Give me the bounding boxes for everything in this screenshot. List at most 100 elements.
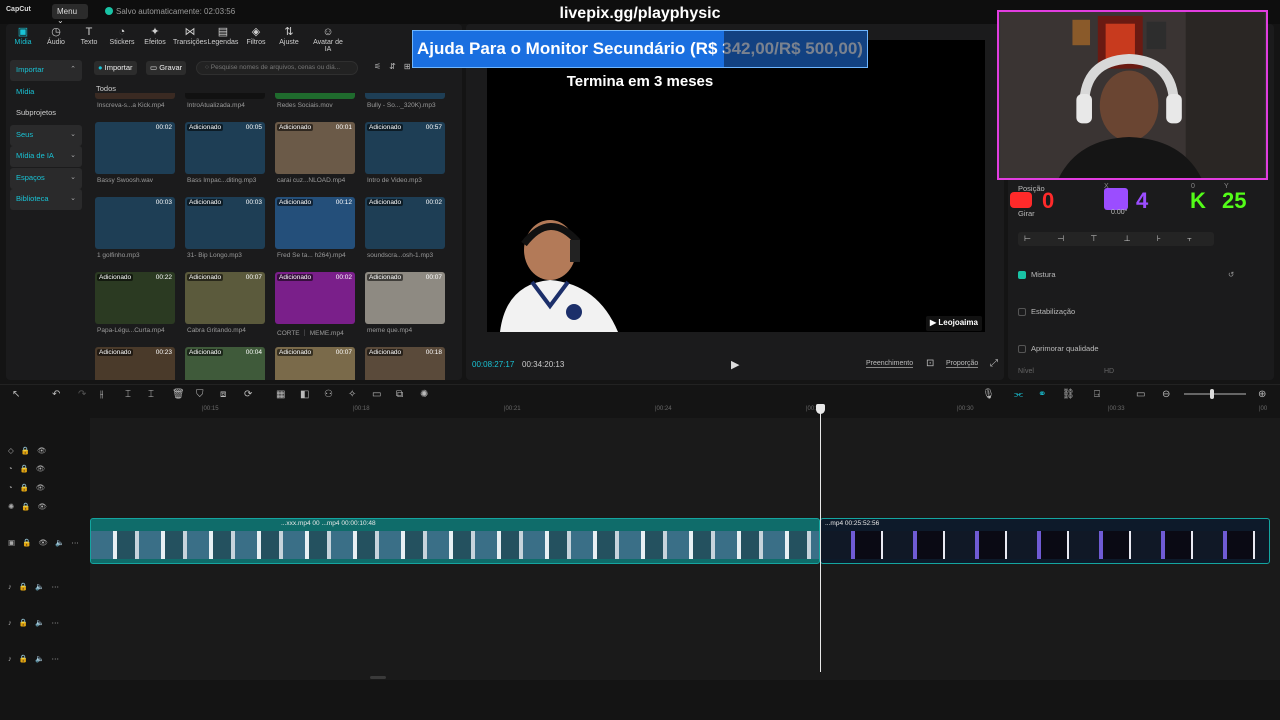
lock-icon[interactable]: 🔒 — [19, 582, 35, 591]
import-button[interactable]: ● Importar — [94, 61, 137, 75]
media-grid: Inscreva-s...a Kick.mp4 IntroAtualizada.m… — [95, 93, 455, 380]
zoom-out-icon[interactable]: ⊖ — [1162, 389, 1170, 400]
align-toolbar[interactable]: ⊢ ⊣ ⊤ ⊥ ⊦ ⫟ — [1018, 232, 1214, 246]
tab-text[interactable]: T Texto — [72, 26, 106, 46]
lock-icon[interactable]: 🔒 — [20, 483, 36, 492]
tab-filters[interactable]: ◈ Filtros — [239, 26, 273, 46]
tab-transitions[interactable]: ⋈ Transições — [173, 26, 207, 46]
mirror-icon[interactable]: ◧ — [300, 389, 309, 400]
audio-track-icon: ♪ — [8, 654, 19, 663]
delete-icon[interactable]: 🗑 — [172, 389, 185, 400]
speaker-icon[interactable]: 🔈 — [55, 538, 71, 547]
tab-sticker[interactable]: ◔ Stickers — [105, 26, 139, 46]
magnet-icon[interactable]: ⫘ — [1014, 389, 1023, 400]
play-button[interactable]: ▶ — [731, 358, 739, 371]
rotate-value[interactable]: 0.00° — [1111, 209, 1127, 216]
undo-icon[interactable]: ↶ — [52, 389, 60, 400]
goal-remaining-bar — [724, 31, 867, 67]
timeline-scrollbar[interactable] — [370, 676, 386, 679]
video-clip[interactable]: ...xxx.mp4 00 ...mp4 00:00:10:48 — [90, 518, 820, 564]
preview-axis-icon[interactable]: ⍈ — [1094, 389, 1100, 400]
sidebar-item-4[interactable]: Mídia de IA ⌄ — [10, 146, 82, 167]
lock-icon[interactable]: 🔒 — [20, 464, 36, 473]
lock-icon[interactable]: 🔒 — [21, 502, 37, 511]
tab-audio[interactable]: ◷ Áudio — [39, 26, 73, 46]
align-icons[interactable]: ⊢ ⊣ ⊤ ⊥ ⊦ ⫟ — [1024, 234, 1204, 243]
level-select[interactable]: HD — [1104, 368, 1114, 375]
eye-icon[interactable]: 👁 — [36, 483, 53, 492]
speaker-icon[interactable]: 🔈 — [35, 582, 51, 591]
sidebar-item-1[interactable]: Mídia — [10, 82, 82, 103]
time-ruler[interactable]: |00:15 |00:18 |00:21 |00:24 |00:27 |00:30 |00:… — [90, 404, 1280, 418]
crop-icon[interactable]: ⧈ — [220, 389, 226, 400]
zoom-slider-handle[interactable] — [1210, 389, 1214, 399]
added-badge: Adicionado — [97, 274, 134, 281]
redo-icon[interactable]: ↷ — [78, 389, 86, 400]
shield-icon[interactable]: ⛉ — [196, 389, 204, 400]
snapshot-icon[interactable]: ⊡ — [926, 358, 934, 369]
video-clip[interactable]: ...mp4 00:25:52:56 — [820, 518, 1270, 564]
record-icon: ▭ — [150, 63, 158, 72]
fill-button[interactable]: Preenchimento — [866, 360, 914, 368]
select-tool-icon[interactable]: ↖ — [12, 389, 20, 400]
x-value[interactable]: 0 — [1191, 183, 1195, 190]
record-button[interactable]: ▭ Gravar — [146, 61, 187, 75]
eye-icon[interactable]: 👁 — [38, 538, 55, 547]
freeze-icon[interactable]: ▦ — [276, 389, 285, 400]
eye-icon[interactable]: 👁 — [36, 464, 53, 473]
media-thumbnail: Adicionado 00:07 — [365, 272, 445, 324]
aspect-ratio-button[interactable]: Proporção — [946, 360, 979, 368]
caption-icon[interactable]: ▭ — [372, 389, 381, 400]
reset-icon[interactable]: ↺ — [1228, 270, 1234, 279]
zoom-slider[interactable] — [1184, 393, 1246, 395]
duration-label: 00:03 — [245, 199, 262, 206]
lock-icon[interactable]: 🔒 — [21, 446, 37, 455]
added-badge: Adicionado — [367, 274, 404, 281]
playhead-handle[interactable] — [816, 404, 825, 414]
tab-media[interactable]: ▣ Mídia — [6, 26, 40, 46]
fit-icon[interactable]: ▭ — [1136, 389, 1145, 400]
tab-effects[interactable]: ✦ Efeitos — [138, 26, 172, 46]
search-input[interactable]: ○ Pesquise nomes de arquivos, cenas ou d… — [196, 61, 358, 75]
chain-icon[interactable]: ⛓ — [1062, 389, 1075, 400]
speaker-icon[interactable]: 🔈 — [35, 654, 51, 663]
transform-icon[interactable]: ⧉ — [396, 389, 403, 400]
more-icon[interactable]: ⋯ — [51, 582, 66, 591]
eye-icon[interactable]: 👁 — [38, 502, 55, 511]
filter-icon[interactable]: ⚟ — [374, 62, 389, 71]
keyframe-icon[interactable]: ⚇ — [324, 389, 333, 400]
lock-icon[interactable]: 🔒 — [19, 654, 35, 663]
eye-icon[interactable]: 👁 — [37, 446, 54, 455]
split-left-icon[interactable]: ⌶ — [125, 389, 131, 400]
split-icon[interactable]: ⫲ — [100, 389, 103, 400]
tab-captions[interactable]: ▤ Legendas — [206, 26, 240, 46]
lock-icon[interactable]: 🔒 — [22, 538, 38, 547]
microphone-icon[interactable]: 🎙 — [982, 389, 995, 400]
stabilize-checkbox[interactable] — [1018, 308, 1026, 316]
zoom-in-icon[interactable]: ⊕ — [1258, 389, 1266, 400]
sidebar-item-5[interactable]: Espaços ⌄ — [10, 167, 82, 189]
more-icon[interactable]: ⋯ — [51, 654, 66, 663]
fullscreen-icon[interactable]: ⤢ — [990, 358, 998, 369]
ai-icon[interactable]: ✺ — [420, 389, 428, 400]
speed-icon[interactable]: ⟳ — [244, 389, 252, 400]
enhance-checkbox[interactable] — [1018, 345, 1026, 353]
sidebar-item-0[interactable]: Importar ⌃ — [10, 60, 82, 81]
split-right-icon[interactable]: ⌶ — [148, 389, 154, 400]
sidebar-item-3[interactable]: Seus ⌄ — [10, 124, 82, 146]
tab-ai-avatar[interactable]: ☺ Avatar de IA — [311, 26, 345, 53]
link-icon[interactable]: ⚭ — [1038, 389, 1046, 400]
magic-icon[interactable]: ✧ — [348, 389, 356, 400]
speaker-icon[interactable]: 🔈 — [35, 618, 51, 627]
mix-checkbox[interactable] — [1018, 271, 1026, 279]
sidebar-item-2[interactable]: Subprojetos — [10, 103, 82, 124]
more-icon[interactable]: ⋯ — [51, 618, 66, 627]
tab-adjust[interactable]: ⇅ Ajuste — [272, 26, 306, 46]
media-thumbnail: Adicionado 00:23 — [95, 347, 175, 380]
capcut-window: CapCut Menu ⌄ Salvo automaticamente: 02:… — [0, 0, 1280, 720]
more-icon[interactable]: ⋯ — [71, 538, 86, 547]
sidebar-item-6[interactable]: Biblioteca ⌄ — [10, 189, 82, 210]
playhead[interactable] — [820, 404, 821, 672]
lock-icon[interactable]: 🔒 — [19, 618, 35, 627]
sort-icon[interactable]: ⇵ — [389, 62, 404, 71]
